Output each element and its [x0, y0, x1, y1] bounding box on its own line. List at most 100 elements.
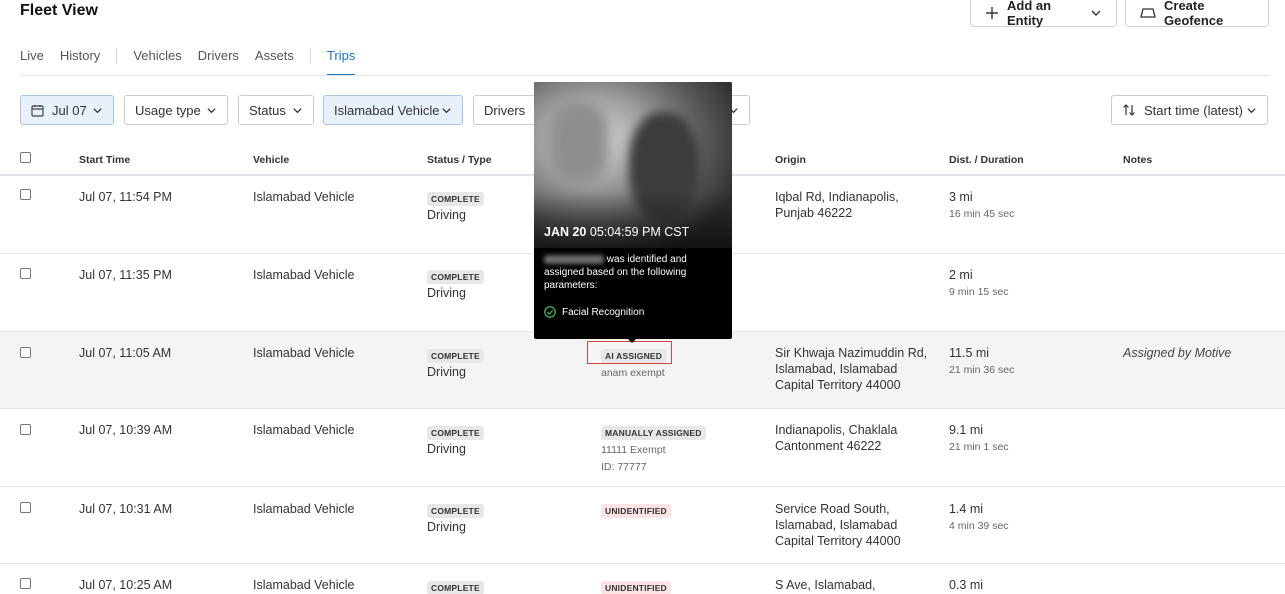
chevron-down-icon	[93, 107, 102, 113]
tab-history[interactable]: History	[60, 48, 100, 76]
tab-assets[interactable]: Assets	[255, 48, 294, 76]
trip-type: Driving	[427, 365, 466, 379]
trip-start-time: Jul 07, 11:35 PM	[79, 268, 172, 282]
trip-duration: 16 min 45 sec	[949, 208, 1015, 220]
tab-vehicles[interactable]: Vehicles	[133, 48, 181, 76]
trip-notes: Assigned by Motive	[1123, 346, 1232, 360]
chevron-down-icon	[1247, 107, 1256, 113]
vehicle-filter[interactable]: Islamabad Vehicle	[323, 95, 463, 125]
row-checkbox[interactable]	[20, 347, 31, 358]
check-circle-icon	[544, 306, 556, 318]
trip-duration: 21 min 36 sec	[949, 364, 1015, 376]
column-header-start-time[interactable]: Start Time	[79, 154, 130, 166]
trip-vehicle: Islamabad Vehicle	[253, 502, 355, 516]
status-filter[interactable]: Status	[238, 95, 314, 125]
driver-name[interactable]: anam exempt	[601, 365, 665, 381]
tab-divider	[116, 48, 118, 64]
driver-id: ID: 77777	[601, 461, 647, 473]
trip-distance: 9.1 mi	[949, 423, 984, 437]
trip-origin: Service Road South, Islamabad, Islamabad…	[775, 502, 901, 548]
status-badge: COMPLETE	[427, 192, 484, 206]
chevron-down-icon	[1091, 10, 1101, 16]
status-badge: COMPLETE	[427, 349, 484, 363]
date-filter-value: Jul 07	[52, 102, 87, 118]
driver-assignment-badge[interactable]: UNIDENTIFIED	[601, 581, 671, 594]
trip-distance: 11.5 mi	[949, 346, 990, 360]
trip-origin: Sir Khwaja Nazimuddin Rd, Islamabad, Isl…	[775, 346, 928, 392]
table-row[interactable]: Jul 07, 10:25 AM Islamabad Vehicle COMPL…	[0, 564, 1285, 594]
status-badge: COMPLETE	[427, 581, 484, 594]
drivers-filter-label: Drivers	[484, 102, 526, 118]
trip-duration: 9 min 15 sec	[949, 286, 1009, 298]
view-tabs: Live History Vehicles Drivers Assets Tri…	[20, 48, 371, 76]
trip-start-time: Jul 07, 11:54 PM	[79, 190, 172, 204]
trip-vehicle: Islamabad Vehicle	[253, 268, 355, 282]
row-checkbox[interactable]	[20, 578, 31, 589]
tabs-divider	[20, 75, 1269, 76]
add-entity-button[interactable]: Add an Entity	[970, 0, 1117, 28]
trip-origin: S Ave, Islamabad,	[775, 578, 876, 592]
dashcam-snapshot	[534, 82, 732, 248]
create-geofence-button[interactable]: Create Geofence	[1125, 0, 1269, 28]
create-geofence-label: Create Geofence	[1164, 0, 1224, 28]
sort-filter[interactable]: Start time (latest)	[1111, 95, 1268, 125]
tab-trips[interactable]: Trips	[326, 48, 356, 76]
trip-type: Driving	[427, 442, 466, 456]
trip-duration: 4 min 39 sec	[949, 520, 1009, 532]
trip-vehicle: Islamabad Vehicle	[253, 346, 355, 360]
trip-vehicle: Islamabad Vehicle	[253, 190, 355, 204]
trip-origin: Iqbal Rd, Indianapolis, Punjab 46222	[775, 190, 899, 220]
trip-vehicle: Islamabad Vehicle	[253, 578, 355, 592]
chevron-down-icon	[442, 107, 451, 113]
calendar-icon	[31, 104, 44, 117]
sort-icon	[1123, 104, 1135, 116]
date-filter[interactable]: Jul 07	[20, 95, 114, 125]
sort-filter-value: Start time (latest)	[1144, 102, 1243, 118]
usage-type-filter-label: Usage type	[135, 102, 201, 118]
row-checkbox[interactable]	[20, 424, 31, 435]
chevron-down-icon	[207, 107, 216, 113]
row-checkbox[interactable]	[20, 189, 31, 200]
status-badge: COMPLETE	[427, 504, 484, 518]
trip-type: Driving	[427, 286, 466, 300]
blurred-driver-name	[544, 254, 604, 264]
page-title: Fleet View	[20, 2, 98, 19]
trip-start-time: Jul 07, 11:05 AM	[79, 346, 172, 360]
status-badge: COMPLETE	[427, 426, 484, 440]
plus-icon	[986, 7, 998, 19]
trip-vehicle: Islamabad Vehicle	[253, 423, 355, 437]
add-entity-label: Add an Entity	[1007, 0, 1052, 28]
usage-type-filter[interactable]: Usage type	[124, 95, 228, 125]
driver-assignment-badge[interactable]: MANUALLY ASSIGNED	[601, 426, 706, 440]
trip-start-time: Jul 07, 10:25 AM	[79, 578, 173, 592]
column-header-notes[interactable]: Notes	[1123, 154, 1152, 166]
driver-identification-tooltip: JAN 20 05:04:59 PM CST was identified an…	[534, 82, 732, 339]
tab-live[interactable]: Live	[20, 48, 44, 76]
snapshot-timestamp: JAN 20 05:04:59 PM CST	[544, 225, 690, 239]
trip-type: Driving	[427, 208, 466, 222]
column-header-dist-duration[interactable]: Dist. / Duration	[949, 154, 1024, 166]
trip-type: Driving	[427, 520, 466, 534]
chevron-down-icon	[293, 107, 302, 113]
row-checkbox[interactable]	[20, 502, 31, 513]
trip-start-time: Jul 07, 10:31 AM	[79, 502, 173, 516]
select-all-checkbox[interactable]	[20, 152, 31, 163]
tab-divider	[309, 48, 311, 64]
row-checkbox[interactable]	[20, 268, 31, 279]
driver-assignment-badge[interactable]: UNIDENTIFIED	[601, 504, 671, 518]
vehicle-filter-value: Islamabad Vehicle	[334, 102, 440, 118]
tooltip-arrow	[627, 338, 637, 343]
trip-distance: 2 mi	[949, 268, 973, 282]
column-header-vehicle[interactable]: Vehicle	[253, 154, 289, 166]
table-row[interactable]: Jul 07, 10:39 AM Islamabad Vehicle COMPL…	[0, 409, 1285, 487]
driver-name[interactable]: 11111 Exempt	[601, 442, 666, 458]
trip-start-time: Jul 07, 10:39 AM	[79, 423, 173, 437]
identification-message: was identified and assigned based on the…	[544, 254, 687, 291]
table-row[interactable]: Jul 07, 10:31 AM Islamabad Vehicle COMPL…	[0, 487, 1285, 564]
status-filter-label: Status	[249, 102, 286, 118]
geofence-icon	[1140, 8, 1156, 18]
column-header-origin[interactable]: Origin	[775, 154, 806, 166]
column-header-status-type[interactable]: Status / Type	[427, 154, 492, 166]
tab-drivers[interactable]: Drivers	[198, 48, 239, 76]
trip-origin: Indianapolis, Chaklala Cantonment 46222	[775, 423, 898, 453]
